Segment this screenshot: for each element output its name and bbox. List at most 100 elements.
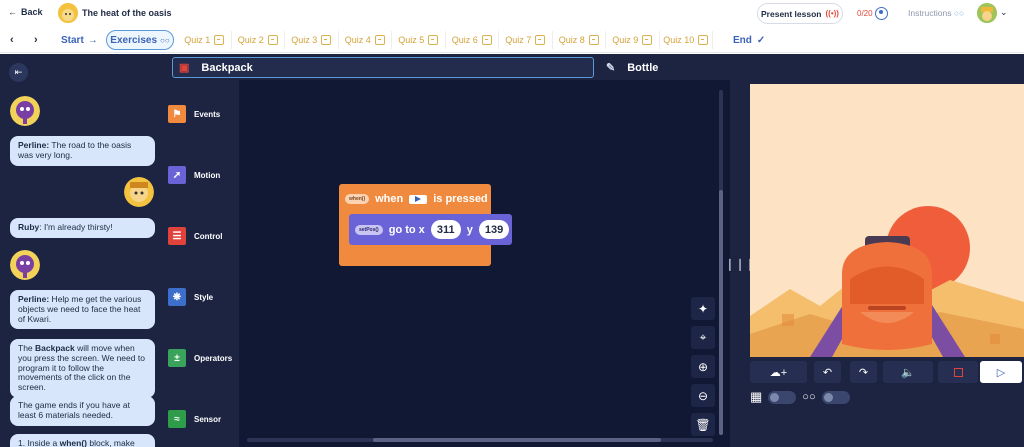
stop-icon[interactable] bbox=[938, 361, 978, 383]
start-step[interactable]: Start → bbox=[55, 31, 104, 49]
quiz-step-10[interactable]: Quiz 10 bbox=[660, 31, 713, 49]
block-tag: setPos() bbox=[355, 224, 383, 235]
sprite-tab-bottle[interactable]: ✎ Bottle bbox=[606, 61, 659, 75]
backpack-icon: ▣ bbox=[179, 62, 190, 74]
speaker-name: Perline: bbox=[18, 140, 50, 150]
sprite-name: Bottle bbox=[627, 61, 659, 74]
chat-message: Perline: Help me get the various objects… bbox=[10, 290, 155, 330]
category-style[interactable]: ❋ Style bbox=[168, 288, 213, 306]
quiz-icon bbox=[321, 35, 332, 45]
clean-up-icon[interactable]: ✦ bbox=[691, 297, 715, 320]
play-icon[interactable] bbox=[409, 194, 428, 204]
operators-icon: ± bbox=[168, 349, 186, 367]
category-sensor[interactable]: ≈ Sensor bbox=[168, 410, 221, 428]
end-step[interactable]: End ✓ bbox=[727, 31, 771, 49]
style-icon: ❋ bbox=[168, 288, 186, 306]
zoom-in-icon[interactable]: ⊕ bbox=[691, 355, 715, 378]
category-control[interactable]: ☰ Control bbox=[168, 227, 222, 245]
category-operators[interactable]: ± Operators bbox=[168, 349, 232, 367]
present-lesson-button[interactable]: Present lesson ((•)) bbox=[757, 3, 843, 24]
category-label: Operators bbox=[194, 353, 233, 363]
chat-message: The game ends if you have at least 6 mat… bbox=[10, 396, 155, 426]
control-icon: ☰ bbox=[168, 227, 186, 245]
sound-icon[interactable]: 🔈 bbox=[883, 361, 933, 383]
stage-options: ▦ ○○ bbox=[750, 389, 850, 405]
present-lesson-label: Present lesson bbox=[761, 8, 822, 19]
category-label: Motion bbox=[194, 170, 221, 180]
perline-avatar bbox=[10, 250, 40, 280]
trash-icon[interactable]: 🗑 bbox=[691, 413, 715, 436]
exercises-step[interactable]: Exercises ○○ bbox=[106, 30, 174, 50]
quiz-steps: Quiz 1 Quiz 2 Quiz 3 Quiz 4 Quiz 5 Quiz … bbox=[178, 31, 713, 49]
view-toggle[interactable] bbox=[821, 390, 850, 404]
y-label: y bbox=[466, 223, 473, 236]
quiz-label: Quiz 6 bbox=[451, 35, 478, 45]
user-avatar[interactable] bbox=[977, 3, 997, 23]
back-label: Back bbox=[21, 7, 43, 17]
quiz-step-9[interactable]: Quiz 9 bbox=[606, 31, 660, 49]
quiz-step-3[interactable]: Quiz 3 bbox=[285, 31, 339, 49]
broadcast-icon: ((•)) bbox=[825, 9, 839, 18]
undo-icon[interactable]: ↶ bbox=[814, 361, 841, 383]
quiz-step-4[interactable]: Quiz 4 bbox=[339, 31, 392, 49]
game-stage[interactable] bbox=[750, 84, 1024, 357]
quiz-step-7[interactable]: Quiz 7 bbox=[499, 31, 553, 49]
ruby-avatar bbox=[124, 177, 154, 207]
y-value-input[interactable]: 139 bbox=[478, 220, 510, 239]
add-sprite-icon[interactable]: ☁+ bbox=[750, 361, 807, 383]
back-button[interactable]: ← Back bbox=[8, 7, 43, 17]
chevron-right-icon[interactable]: › bbox=[34, 34, 38, 46]
quiz-step-8[interactable]: Quiz 8 bbox=[553, 31, 606, 49]
when-pressed-block[interactable]: when() when is pressed setPos() go to x … bbox=[339, 184, 512, 266]
quiz-step-1[interactable]: Quiz 1 bbox=[178, 31, 232, 49]
horizontal-scrollbar-thumb[interactable] bbox=[373, 438, 661, 442]
collapse-panel-icon[interactable]: ⇤ bbox=[9, 63, 28, 82]
set-position-block[interactable]: setPos() go to x 311 y 139 bbox=[349, 214, 512, 245]
lesson-title: The heat of the oasis bbox=[82, 8, 172, 18]
vertical-scrollbar-thumb[interactable] bbox=[719, 190, 723, 435]
category-label: Control bbox=[194, 231, 223, 241]
progress-indicator: 0/20 bbox=[857, 7, 888, 20]
motion-icon: ➚ bbox=[168, 166, 186, 184]
block-tag: when() bbox=[345, 194, 370, 204]
redo-icon[interactable]: ↷ bbox=[850, 361, 877, 383]
quiz-step-5[interactable]: Quiz 5 bbox=[392, 31, 446, 49]
quiz-label: Quiz 8 bbox=[558, 35, 585, 45]
category-events[interactable]: ⚑ Events bbox=[168, 105, 220, 123]
bottle-icon: ✎ bbox=[606, 62, 616, 74]
quiz-label: Quiz 9 bbox=[612, 35, 639, 45]
chevron-down-icon[interactable]: ⌄ bbox=[1000, 7, 1008, 18]
category-motion[interactable]: ➚ Motion bbox=[168, 166, 220, 184]
recenter-icon[interactable]: ⌖ bbox=[691, 326, 715, 349]
start-label: Start bbox=[61, 34, 84, 46]
block-categories: ⚑ Events ➚ Motion ☰ Control ❋ Style ± Op… bbox=[166, 80, 239, 447]
resize-handle-icon[interactable]: ❘❘❘ bbox=[725, 80, 755, 447]
speaker-name: Perline: bbox=[18, 294, 50, 304]
quiz-step-2[interactable]: Quiz 2 bbox=[232, 31, 285, 49]
highlight-text: when() bbox=[59, 438, 87, 447]
lesson-avatar bbox=[58, 3, 78, 23]
code-workspace[interactable]: when() when is pressed setPos() go to x … bbox=[239, 80, 730, 447]
sensor-icon: ≈ bbox=[168, 410, 186, 428]
end-label: End bbox=[733, 34, 752, 46]
progress-count: 0/20 bbox=[857, 9, 873, 18]
story-chat-panel: ⇤ Perline: The road to the oasis was ver… bbox=[0, 54, 166, 447]
check-icon: ✓ bbox=[756, 34, 766, 46]
run-icon[interactable]: ▷ bbox=[980, 361, 1022, 383]
instructions-button[interactable]: Instructions ○○ bbox=[908, 8, 964, 18]
exercises-label: Exercises bbox=[110, 34, 158, 46]
sprite-tab-backpack[interactable]: ▣ Backpack bbox=[172, 57, 594, 78]
message-text: The bbox=[18, 343, 33, 353]
x-value-input[interactable]: 311 bbox=[430, 220, 461, 239]
chevron-left-icon[interactable]: ‹ bbox=[10, 34, 14, 46]
arrow-left-icon: ← bbox=[8, 7, 17, 17]
quiz-step-6[interactable]: Quiz 6 bbox=[446, 31, 499, 49]
quiz-label: Quiz 7 bbox=[505, 35, 532, 45]
quiz-icon bbox=[267, 35, 278, 45]
quiz-label: Quiz 3 bbox=[291, 35, 318, 45]
zoom-out-icon[interactable]: ⊖ bbox=[691, 384, 715, 407]
glasses-icon[interactable]: ○○ bbox=[802, 391, 815, 403]
perline-avatar bbox=[10, 96, 40, 126]
grid-icon[interactable]: ▦ bbox=[750, 389, 762, 405]
grid-toggle[interactable] bbox=[768, 390, 797, 404]
